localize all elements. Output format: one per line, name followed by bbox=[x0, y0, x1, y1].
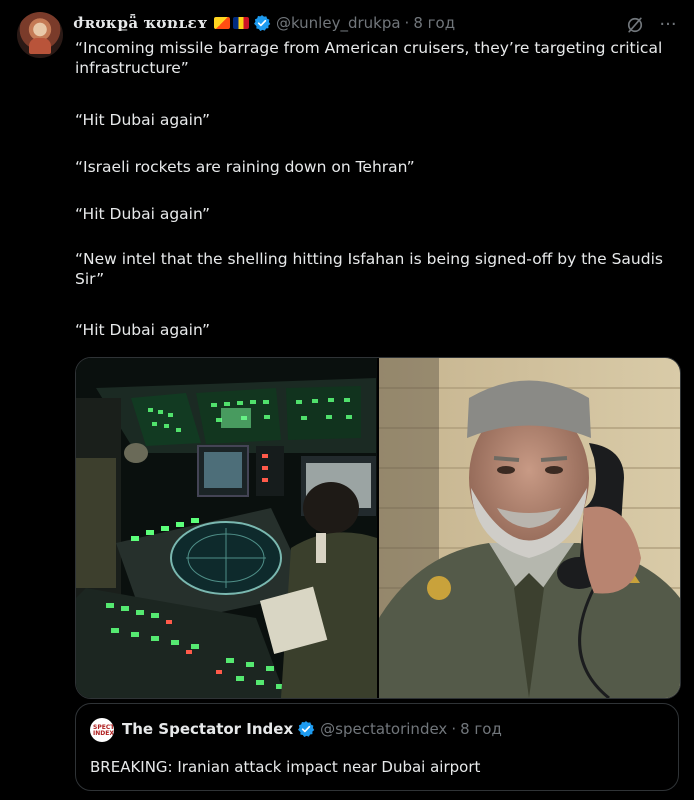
radar-control-room-image[interactable] bbox=[76, 358, 377, 698]
quote-author-handle: @spectatorindex bbox=[320, 720, 448, 738]
quote-author-name: The Spectator Index bbox=[122, 720, 294, 738]
quoted-tweet[interactable]: SPECTATOR INDEX The Spectator Index @spe… bbox=[75, 703, 679, 791]
media-grid bbox=[75, 357, 681, 699]
quote-text: BREAKING: Iranian attack impact near Dub… bbox=[90, 758, 481, 776]
quote-time: 8 год bbox=[460, 720, 502, 738]
quote-avatar: SPECTATOR INDEX bbox=[90, 718, 114, 742]
bhutan-flag-icon bbox=[213, 17, 230, 29]
author-name[interactable]: ժʀʊκքǟ ҡʊռʟɛʏ bbox=[73, 14, 208, 32]
romania-flag-icon bbox=[232, 17, 249, 29]
tweet-paragraph: “New intel that the shelling hitting Isf… bbox=[75, 250, 663, 288]
grok-icon[interactable] bbox=[625, 15, 645, 35]
tweet-paragraph: “Incoming missile barrage from American … bbox=[75, 39, 663, 77]
author-avatar[interactable] bbox=[17, 12, 63, 58]
verified-badge-icon bbox=[298, 721, 315, 737]
quote-avatar-text: SPECTATOR INDEX bbox=[93, 724, 114, 737]
tweet-time[interactable]: 8 год bbox=[413, 14, 455, 32]
tweet-header: ժʀʊκքǟ ҡʊռʟɛʏ @kunley_drukpa · 8 год bbox=[73, 13, 455, 33]
tweet-paragraph: “Hit Dubai again” bbox=[75, 111, 210, 129]
tweet-paragraph: “Hit Dubai again” bbox=[75, 321, 210, 339]
tweet-paragraph: “Hit Dubai again” bbox=[75, 205, 210, 223]
more-icon[interactable]: ··· bbox=[658, 16, 678, 36]
quote-header: The Spectator Index @spectatorindex · 8 … bbox=[122, 720, 502, 738]
separator-dot: · bbox=[451, 720, 457, 738]
tweet[interactable]: ժʀʊκքǟ ҡʊռʟɛʏ @kunley_drukpa · 8 год ···… bbox=[0, 0, 694, 800]
author-handle[interactable]: @kunley_drukpa bbox=[276, 14, 401, 32]
separator-dot: · bbox=[404, 14, 410, 32]
verified-badge-icon bbox=[253, 15, 271, 31]
tweet-paragraph: “Israeli rockets are raining down on Teh… bbox=[75, 158, 415, 176]
military-officer-on-phone-image[interactable] bbox=[379, 358, 680, 698]
